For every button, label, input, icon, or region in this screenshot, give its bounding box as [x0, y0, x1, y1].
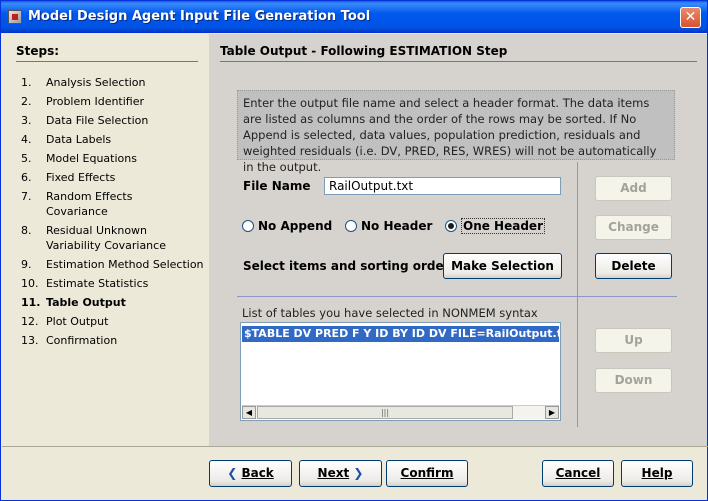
add-button[interactable]: Add	[595, 176, 672, 201]
horizontal-scrollbar[interactable]: ◀ ||| ▶	[242, 405, 559, 419]
horizontal-divider	[237, 296, 677, 297]
cancel-button[interactable]: Cancel	[542, 460, 614, 487]
back-arrow-icon: ❮	[227, 466, 238, 480]
step-item-analysis-selection: 1. Analysis Selection	[21, 76, 146, 89]
step-item-random-effects-line2: Covariance	[46, 205, 108, 218]
radio-circle-icon	[242, 220, 254, 232]
title-bar: Model Design Agent Input File Generation…	[1, 1, 707, 33]
radio-no-header[interactable]: No Header	[345, 219, 432, 233]
step-item-confirmation: 13. Confirmation	[21, 334, 118, 347]
step-item-model-equations: 5. Model Equations	[21, 152, 137, 165]
radio-circle-icon	[345, 220, 357, 232]
back-button[interactable]: ❮ Back	[209, 460, 292, 487]
file-name-label: File Name	[243, 179, 311, 193]
next-arrow-icon: ❯	[353, 466, 364, 480]
scroll-right-icon[interactable]: ▶	[545, 406, 559, 419]
app-icon	[8, 10, 22, 24]
steps-panel: Steps: 1. Analysis Selection 2. Problem Id…	[2, 34, 208, 446]
delete-button[interactable]: Delete	[595, 253, 672, 279]
change-button[interactable]: Change	[595, 215, 672, 240]
title-divider	[220, 61, 697, 62]
step-item-data-file-selection: 3. Data File Selection	[21, 114, 149, 127]
file-name-input[interactable]: RailOutput.txt	[324, 177, 561, 195]
close-button[interactable]: ✕	[680, 7, 701, 28]
confirm-button[interactable]: Confirm	[386, 460, 468, 487]
footer-divider	[2, 446, 708, 447]
scroll-thumb[interactable]: |||	[257, 406, 513, 419]
instructions-text: Enter the output file name and select a …	[237, 90, 675, 174]
radio-one-header[interactable]: One Header	[445, 218, 545, 234]
step-item-table-output: 11. Table Output	[21, 296, 126, 309]
step-item-residual-variability-line2: Variability Covariance	[46, 239, 166, 252]
help-button[interactable]: Help	[621, 460, 693, 487]
table-list[interactable]: $TABLE DV PRED F Y ID BY ID DV FILE=Rail…	[240, 322, 561, 421]
step-item-problem-identifier: 2. Problem Identifier	[21, 95, 145, 108]
step-item-random-effects: 7. Random Effects	[21, 190, 133, 203]
main-panel: Table Output - Following ESTIMATION Step…	[209, 34, 707, 446]
step-item-fixed-effects: 6. Fixed Effects	[21, 171, 116, 184]
radio-no-append[interactable]: No Append	[242, 219, 332, 233]
list-item[interactable]: $TABLE DV PRED F Y ID BY ID DV FILE=Rail…	[242, 326, 559, 342]
page-title: Table Output - Following ESTIMATION Step	[220, 44, 508, 58]
step-item-data-labels: 4. Data Labels	[21, 133, 112, 146]
next-button[interactable]: Next ❯	[299, 460, 382, 487]
steps-title: Steps:	[16, 44, 60, 58]
down-button[interactable]: Down	[595, 368, 672, 393]
radio-selected-icon	[445, 220, 457, 232]
select-items-label: Select items and sorting orders	[243, 259, 457, 273]
up-button[interactable]: Up	[595, 328, 672, 353]
window-title: Model Design Agent Input File Generation…	[28, 9, 371, 24]
make-selection-button[interactable]: Make Selection	[443, 253, 562, 279]
vertical-divider	[577, 162, 578, 427]
step-item-plot-output: 12. Plot Output	[21, 315, 109, 328]
app-window: Model Design Agent Input File Generation…	[0, 0, 708, 501]
step-item-estimate-statistics: 10. Estimate Statistics	[21, 277, 149, 290]
step-item-estimation-method: 9. Estimation Method Selection	[21, 258, 204, 271]
step-item-residual-variability: 8. Residual Unknown	[21, 224, 148, 237]
list-label: List of tables you have selected in NONM…	[242, 306, 538, 320]
steps-divider	[16, 61, 198, 62]
scroll-left-icon[interactable]: ◀	[242, 406, 256, 419]
